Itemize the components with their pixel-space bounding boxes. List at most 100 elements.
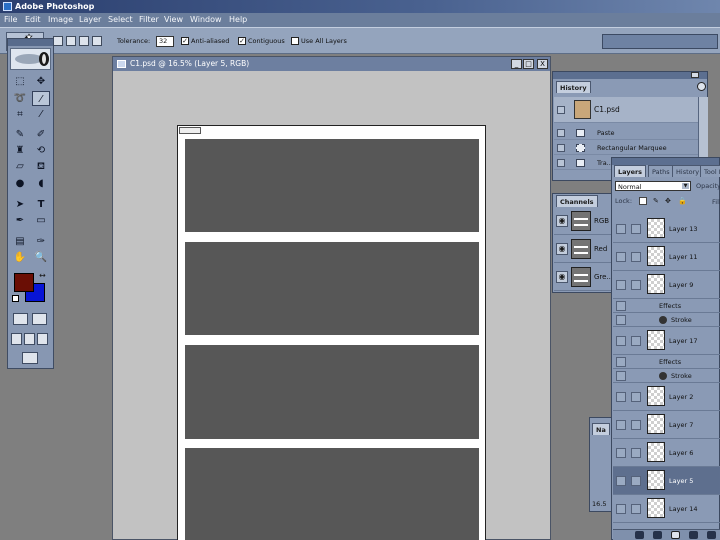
brush-icon[interactable]: [631, 476, 641, 486]
history-item[interactable]: Rectangular Marquee: [554, 141, 698, 155]
menu-view[interactable]: View: [164, 13, 183, 27]
link-icon[interactable]: [631, 420, 641, 430]
blur-tool-icon[interactable]: ●: [11, 176, 29, 191]
eye-icon[interactable]: [616, 336, 626, 346]
layer-style-icon[interactable]: [635, 531, 644, 539]
new-set-icon[interactable]: [671, 531, 680, 539]
hand-tool-icon[interactable]: ✋: [11, 250, 29, 265]
swap-colors-icon[interactable]: ↔: [39, 271, 46, 280]
eye-icon[interactable]: [616, 252, 626, 262]
default-colors-icon[interactable]: [12, 295, 19, 302]
channel-row[interactable]: ◉ Red: [554, 236, 614, 263]
toolbox-grip[interactable]: [8, 39, 53, 46]
history-item[interactable]: Paste: [554, 126, 698, 140]
minimize-button[interactable]: _: [511, 59, 522, 69]
eye-icon[interactable]: [616, 371, 626, 381]
layer-row[interactable]: Layer 17: [613, 327, 720, 355]
palette-close-button[interactable]: [691, 72, 699, 78]
type-tool-icon[interactable]: T: [32, 197, 50, 212]
menu-help[interactable]: Help: [229, 13, 247, 27]
full-screen-icon[interactable]: [37, 333, 48, 345]
channel-row[interactable]: ◉ RGB: [554, 208, 614, 235]
notes-tool-icon[interactable]: ▤: [11, 234, 29, 249]
anti-aliased-checkbox[interactable]: ✓: [181, 37, 189, 45]
layer-stroke-row[interactable]: Stroke: [613, 313, 720, 327]
crop-tool-icon[interactable]: ⌗: [11, 107, 29, 122]
eye-icon[interactable]: [616, 280, 626, 290]
slice-tool-icon[interactable]: ⁄: [32, 107, 50, 122]
paths-tab[interactable]: Paths: [648, 165, 674, 177]
menu-file[interactable]: File: [4, 13, 17, 27]
menu-filter[interactable]: Filter: [139, 13, 159, 27]
history-checkbox[interactable]: [557, 159, 565, 167]
eye-icon[interactable]: [616, 392, 626, 402]
lock-transparency-icon[interactable]: [639, 197, 647, 205]
layer-effects-row[interactable]: Effects: [613, 299, 720, 313]
navigator-zoom[interactable]: 16.5: [592, 500, 606, 508]
menu-edit[interactable]: Edit: [25, 13, 41, 27]
layer-mask-icon[interactable]: [653, 531, 662, 539]
healing-brush-icon[interactable]: ✎: [11, 127, 29, 142]
clone-stamp-icon[interactable]: ♜: [11, 143, 29, 158]
close-button[interactable]: X: [537, 59, 548, 69]
link-icon[interactable]: [631, 224, 641, 234]
move-tool-icon[interactable]: ✥: [32, 74, 50, 89]
intersect-selection-icon[interactable]: [92, 36, 102, 46]
full-screen-menu-icon[interactable]: [24, 333, 35, 345]
eye-icon[interactable]: [616, 315, 626, 325]
palette-well[interactable]: [602, 34, 718, 49]
document-title-bar[interactable]: C1.psd @ 16.5% (Layer 5, RGB) _ □ X: [113, 57, 550, 71]
magic-wand-tool-icon[interactable]: ⁄: [32, 91, 50, 106]
navigator-tab[interactable]: Na: [592, 423, 610, 435]
history-grip[interactable]: [553, 72, 707, 79]
lasso-tool-icon[interactable]: ➰: [11, 91, 29, 106]
history-checkbox[interactable]: [557, 129, 565, 137]
lock-all-icon[interactable]: 🔒: [678, 197, 687, 205]
maximize-button[interactable]: □: [523, 59, 534, 69]
menu-select[interactable]: Select: [108, 13, 133, 27]
palette-menu-icon[interactable]: [697, 82, 706, 91]
menu-layer[interactable]: Layer: [79, 13, 101, 27]
subtract-selection-icon[interactable]: [79, 36, 89, 46]
layers-grip[interactable]: [612, 158, 719, 165]
eye-icon[interactable]: [616, 448, 626, 458]
layers-tab[interactable]: Layers: [614, 165, 647, 177]
jump-to-imageready-icon[interactable]: [22, 352, 38, 364]
lock-image-icon[interactable]: ✎: [653, 197, 659, 205]
new-selection-mode-icon[interactable]: [53, 36, 63, 46]
layer-row[interactable]: Layer 13: [613, 215, 720, 243]
adjustment-layer-icon[interactable]: [689, 531, 698, 539]
history-tab-small[interactable]: History: [672, 165, 704, 177]
standard-screen-icon[interactable]: [11, 333, 22, 345]
eye-icon[interactable]: ◉: [556, 243, 568, 255]
layer-row[interactable]: Layer 5: [613, 467, 720, 495]
history-source-checkbox[interactable]: [557, 106, 565, 114]
paint-bucket-icon[interactable]: ⛾: [32, 159, 50, 174]
layer-stroke-row[interactable]: Stroke: [613, 369, 720, 383]
layer-row[interactable]: Layer 7: [613, 411, 720, 439]
foreground-color-swatch[interactable]: [14, 273, 34, 292]
eye-icon[interactable]: ◉: [556, 271, 568, 283]
eraser-tool-icon[interactable]: ▱: [11, 159, 29, 174]
rectangular-marquee-icon[interactable]: ⬚: [11, 74, 29, 89]
dodge-tool-icon[interactable]: ◖: [32, 176, 50, 191]
channel-row[interactable]: ◉ Gre...: [554, 264, 614, 291]
link-icon[interactable]: [631, 448, 641, 458]
layer-row[interactable]: Layer 14: [613, 495, 720, 523]
blend-mode-select[interactable]: Normal ▼: [615, 181, 691, 191]
layer-row[interactable]: Layer 9: [613, 271, 720, 299]
link-icon[interactable]: [631, 336, 641, 346]
pen-tool-icon[interactable]: ✒: [11, 213, 29, 228]
lock-position-icon[interactable]: ✥: [665, 197, 671, 205]
link-icon[interactable]: [631, 280, 641, 290]
eye-icon[interactable]: ◉: [556, 215, 568, 227]
link-icon[interactable]: [631, 504, 641, 514]
standard-mode-icon[interactable]: [13, 313, 28, 325]
tool-presets-tab[interactable]: Tool Presets: [700, 165, 720, 177]
eye-icon[interactable]: [616, 420, 626, 430]
shape-tool-icon[interactable]: ▭: [32, 213, 50, 228]
eye-icon[interactable]: [616, 357, 626, 367]
zoom-tool-icon[interactable]: 🔍: [32, 250, 50, 265]
history-tab[interactable]: History: [556, 81, 591, 93]
menu-image[interactable]: Image: [48, 13, 73, 27]
